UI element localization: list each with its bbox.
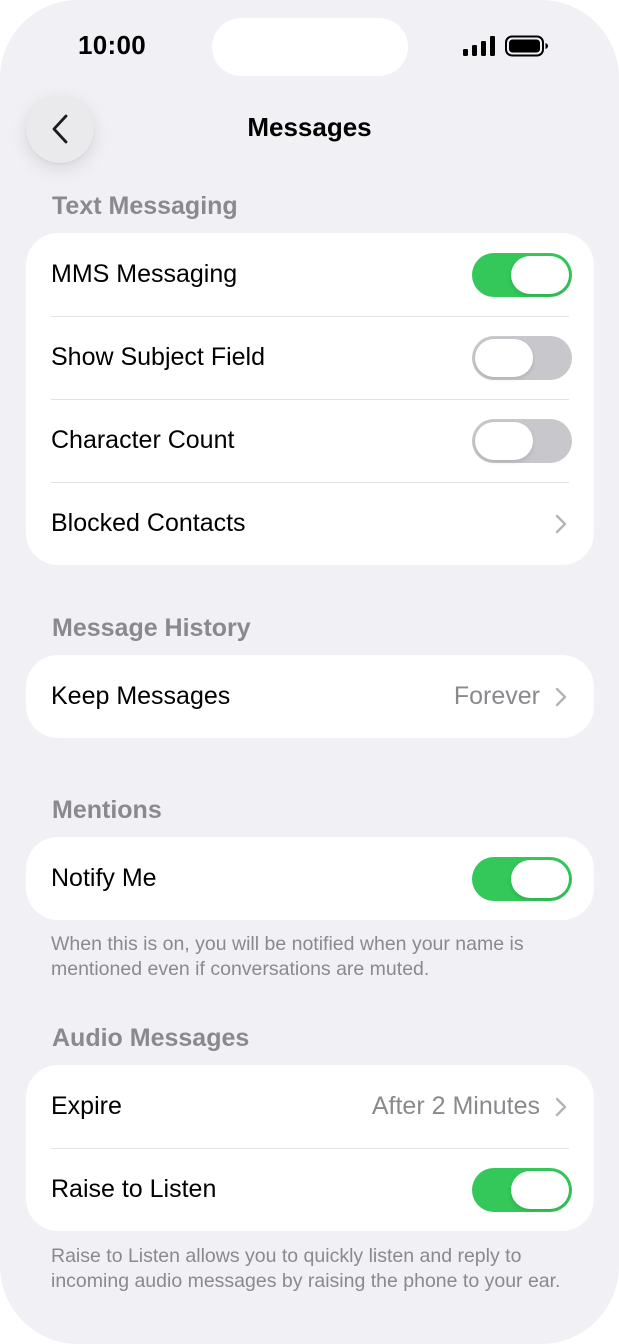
row-label: Raise to Listen bbox=[51, 1175, 217, 1203]
section-header-mentions: Mentions bbox=[52, 796, 162, 824]
row-label: Expire bbox=[51, 1092, 122, 1120]
chevron-right-icon bbox=[555, 514, 567, 533]
toggle-knob bbox=[511, 1170, 569, 1209]
chevron-right-icon bbox=[555, 687, 567, 706]
mentions-footer-text: When this is on, you will be notified wh… bbox=[51, 933, 524, 980]
row-label: Keep Messages bbox=[51, 682, 231, 710]
status-time: 10:00 bbox=[78, 30, 146, 60]
section-header-text-messaging: Text Messaging bbox=[52, 192, 238, 220]
chevron-right-icon bbox=[555, 1097, 567, 1116]
row-label: Show Subject Field bbox=[51, 343, 266, 371]
row-expire[interactable]: Expire After 2 Minutes bbox=[26, 1065, 594, 1148]
row-mms-messaging: MMS Messaging bbox=[26, 233, 594, 316]
row-show-subject-field: Show Subject Field bbox=[26, 316, 594, 399]
mms-messaging-toggle[interactable] bbox=[472, 252, 572, 297]
toggle-knob bbox=[511, 255, 569, 294]
toggle-knob bbox=[475, 338, 533, 377]
notify-me-toggle[interactable] bbox=[472, 856, 572, 901]
group-text-messaging: MMS Messaging Show Subject Field Charact… bbox=[26, 233, 594, 565]
raise-to-listen-toggle[interactable] bbox=[472, 1167, 572, 1212]
character-count-toggle[interactable] bbox=[472, 418, 572, 463]
row-label: MMS Messaging bbox=[51, 260, 238, 288]
row-character-count: Character Count bbox=[26, 399, 594, 482]
row-raise-to-listen: Raise to Listen bbox=[26, 1148, 594, 1231]
row-label: Notify Me bbox=[51, 864, 157, 892]
battery-icon bbox=[505, 35, 548, 57]
dynamic-island bbox=[212, 18, 408, 76]
row-keep-messages[interactable]: Keep Messages Forever bbox=[26, 655, 594, 738]
keep-messages-value: Forever bbox=[453, 682, 540, 710]
row-label: Blocked Contacts bbox=[51, 509, 246, 537]
section-header-message-history: Message History bbox=[52, 614, 251, 642]
row-label: Character Count bbox=[51, 426, 235, 454]
group-mentions: Notify Me bbox=[26, 837, 594, 920]
expire-value: After 2 Minutes bbox=[371, 1092, 540, 1120]
section-header-audio-messages: Audio Messages bbox=[52, 1024, 250, 1052]
page-title: Messages bbox=[247, 112, 372, 142]
cellular-signal-icon bbox=[463, 36, 495, 56]
toggle-knob bbox=[475, 421, 533, 460]
row-blocked-contacts[interactable]: Blocked Contacts bbox=[26, 482, 594, 565]
audio-messages-footer-text: Raise to Listen allows you to quickly li… bbox=[51, 1245, 561, 1292]
group-message-history: Keep Messages Forever bbox=[26, 655, 594, 738]
row-notify-me: Notify Me bbox=[26, 837, 594, 920]
show-subject-field-toggle[interactable] bbox=[472, 335, 572, 380]
group-audio-messages: Expire After 2 Minutes Raise to Listen bbox=[26, 1065, 594, 1231]
phone-screen: 10:00 Messages Text Messaging MMS Messag… bbox=[0, 0, 619, 1344]
toggle-knob bbox=[511, 859, 569, 898]
